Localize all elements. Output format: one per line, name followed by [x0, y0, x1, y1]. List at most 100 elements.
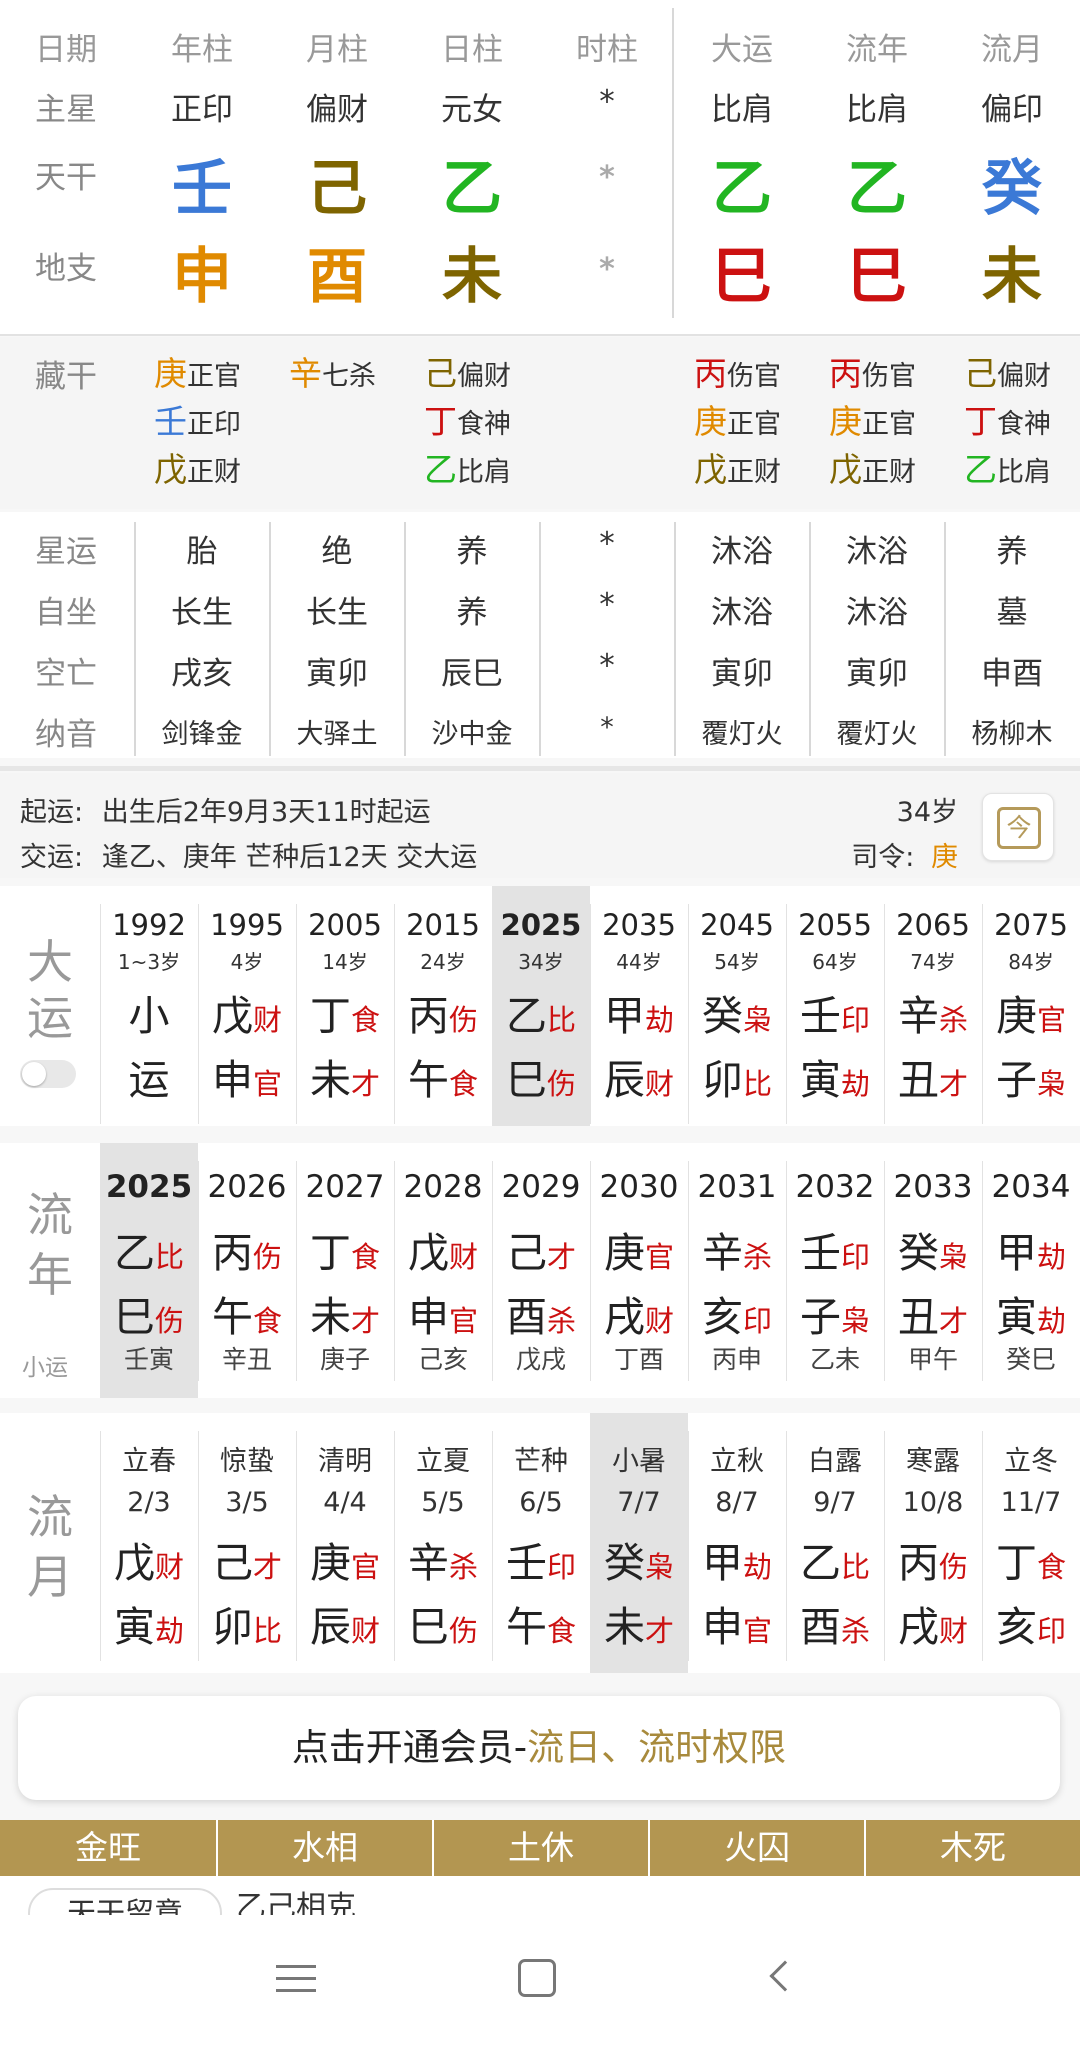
age-value: 34岁 — [896, 797, 958, 828]
menu-icon[interactable] — [276, 1959, 316, 1999]
branch-god: 食 — [546, 1614, 576, 1648]
liuyue-cell[interactable]: 白露 9/7 乙比 酉杀 — [786, 1413, 884, 1673]
wuxing-state: 木死 — [864, 1820, 1080, 1876]
dayun-cell[interactable]: 1992 1~3岁小运 — [100, 886, 198, 1126]
dayun-cell[interactable]: 2045 54岁 癸枭 卯比 — [688, 886, 786, 1126]
liunian-cell[interactable]: 2027 丁食 未才 庚子 — [296, 1143, 394, 1398]
stem-char: 乙 — [113, 1229, 155, 1277]
branch-char: 午 — [505, 1603, 547, 1651]
hidden-stem-item: 庚正官 — [154, 347, 241, 395]
hidden-stem-item: 壬正印 — [154, 395, 241, 443]
star-value: 大驿土 — [296, 719, 378, 750]
stem-god: 伤 — [252, 1240, 282, 1274]
dizhi-char: * — [599, 252, 615, 287]
branch-char: 丑 — [897, 1056, 939, 1104]
xiaoyun-ganzhi: 甲午 — [907, 1345, 958, 1374]
ganzhi-stem: 丁食 — [296, 1219, 394, 1279]
liuyue-cell[interactable]: 芒种 6/5 壬印 午食 — [492, 1413, 590, 1673]
solar-term-date: 6/5 — [519, 1487, 563, 1518]
dayun-cell[interactable]: 1995 4岁 戊财 申官 — [198, 886, 296, 1126]
tiangan-note-tag[interactable]: 天干留意 — [28, 1888, 222, 1915]
liuyue-cell[interactable]: 寒露 10/8 丙伤 戌财 — [884, 1413, 982, 1673]
hidden-stem-char: 辛 — [289, 354, 322, 393]
branch-god: 食 — [448, 1067, 478, 1101]
today-button[interactable]: 今 — [982, 793, 1054, 861]
row-label-tiangan: 天干 — [35, 160, 97, 196]
solar-term: 立春 — [122, 1446, 176, 1477]
star-value: 沙中金 — [431, 719, 513, 750]
liunian-cell[interactable]: 2030 庚官 戌财 丁酉 — [590, 1143, 688, 1398]
ganzhi-stem: 癸枭 — [590, 1529, 688, 1589]
member-banner-highlight: 流日、流时权限 — [527, 1726, 787, 1769]
stem-char: 丁 — [309, 992, 351, 1040]
liunian-year: 2027 — [305, 1169, 385, 1205]
liunian-cell[interactable]: 2033 癸枭 丑才 甲午 — [884, 1143, 982, 1398]
dayun-year: 1995 — [210, 908, 284, 942]
home-icon[interactable] — [518, 1959, 556, 1997]
stem-char: 乙 — [505, 992, 547, 1040]
member-banner[interactable]: 点击开通会员-流日、流时权限 — [18, 1696, 1060, 1800]
star-value: 养 — [456, 534, 488, 570]
ganzhi-stem: 乙比 — [100, 1219, 198, 1279]
pillar-divider — [672, 8, 674, 318]
branch-god: 伤 — [546, 1067, 576, 1101]
xiaoyun-ganzhi: 丁酉 — [613, 1345, 664, 1374]
stem-god: 枭 — [644, 1550, 674, 1584]
dayun-cell[interactable]: 2035 44岁 甲劫 辰财 — [590, 886, 688, 1126]
back-icon[interactable] — [760, 1957, 801, 1997]
stem-char: 庚 — [603, 1229, 645, 1277]
hidden-stem-god: 偏财 — [457, 361, 511, 392]
hidden-stem-item: 辛七杀 — [289, 347, 376, 395]
dayun-cell[interactable]: 2025 34岁 乙比 巳伤 — [492, 886, 590, 1126]
liunian-cell[interactable]: 2026 丙伤 午食 辛丑 — [198, 1143, 296, 1398]
liunian-cell[interactable]: 2031 辛杀 亥印 丙申 — [688, 1143, 786, 1398]
liunian-cell[interactable]: 2025 乙比 巳伤 壬寅 — [100, 1143, 198, 1398]
dayun-cell[interactable]: 2065 74岁 辛杀 丑才 — [884, 886, 982, 1126]
star-value: 辰巳 — [441, 656, 503, 692]
dayun-cell[interactable]: 2015 24岁 丙伤 午食 — [394, 886, 492, 1126]
liuyue-cell[interactable]: 小暑 7/7 癸枭 未才 — [590, 1413, 688, 1673]
dizhi-char: 未 — [442, 242, 502, 312]
stem-char: 癸 — [701, 992, 743, 1040]
stem-god: 杀 — [742, 1240, 772, 1274]
stem-char: 辛 — [701, 1229, 743, 1277]
solar-term: 寒露 — [906, 1446, 960, 1477]
ganzhi-stem: 乙比 — [786, 1529, 884, 1589]
liuyue-cell[interactable]: 惊蛰 3/5 己才 卯比 — [198, 1413, 296, 1673]
tiangan-notes-row: 天干留意 乙己相克 — [0, 1876, 1080, 1915]
xiaoyun-ganzhi: 庚子 — [319, 1345, 370, 1374]
liuyue-cell[interactable]: 立冬 11/7 丁食 亥印 — [982, 1413, 1080, 1673]
branch-char: 未 — [309, 1056, 351, 1104]
stem-god: 比 — [840, 1550, 870, 1584]
dayun-cell[interactable]: 2075 84岁 庚官 子枭 — [982, 886, 1080, 1126]
tiangan-char: 壬 — [172, 154, 232, 224]
dayun-year: 2005 — [308, 908, 382, 942]
dayun-toggle[interactable] — [20, 1060, 76, 1088]
liunian-cell[interactable]: 2028 戊财 申官 己亥 — [394, 1143, 492, 1398]
liunian-cell[interactable]: 2029 己才 酉杀 戊戌 — [492, 1143, 590, 1398]
liunian-year: 2030 — [599, 1169, 679, 1205]
xiaoyun-ganzhi: 癸巳 — [1005, 1345, 1056, 1374]
branch-god: 食 — [252, 1304, 282, 1338]
ganzhi-branch: 戌财 — [884, 1593, 982, 1653]
divider — [0, 766, 1080, 771]
dizhi-char: 巳 — [712, 242, 772, 312]
stem-char: 丁 — [995, 1539, 1037, 1587]
liunian-cell[interactable]: 2034 甲劫 寅劫 癸巳 — [982, 1143, 1080, 1398]
jiaoyun-label: 交运: — [20, 842, 84, 873]
ganzhi-branch: 申官 — [688, 1593, 786, 1653]
dayun-cell[interactable]: 2055 64岁 壬印 寅劫 — [786, 886, 884, 1126]
dayun-age: 84岁 — [1008, 950, 1054, 974]
pillars-panel: 日期 年柱 月柱 日柱 时柱 大运 流年 流月 主星 天干 地支 正印壬申 偏财己酉 元女乙未 * *… — [0, 0, 1080, 335]
branch-char: 亥 — [995, 1603, 1037, 1651]
liuyue-cell[interactable]: 清明 4/4 庚官 辰财 — [296, 1413, 394, 1673]
branch-god: 劫 — [1036, 1304, 1066, 1338]
dayun-cell[interactable]: 2005 14岁 丁食 未才 — [296, 886, 394, 1126]
dayun-year: 2035 — [602, 908, 676, 942]
branch-char: 寅 — [113, 1603, 155, 1651]
liuyue-cell[interactable]: 立秋 8/7 甲劫 申官 — [688, 1413, 786, 1673]
liunian-cell[interactable]: 2032 壬印 子枭 乙未 — [786, 1143, 884, 1398]
stem-god: 比 — [154, 1240, 184, 1274]
liuyue-cell[interactable]: 立春 2/3 戊财 寅劫 — [100, 1413, 198, 1673]
liuyue-cell[interactable]: 立夏 5/5 辛杀 巳伤 — [394, 1413, 492, 1673]
